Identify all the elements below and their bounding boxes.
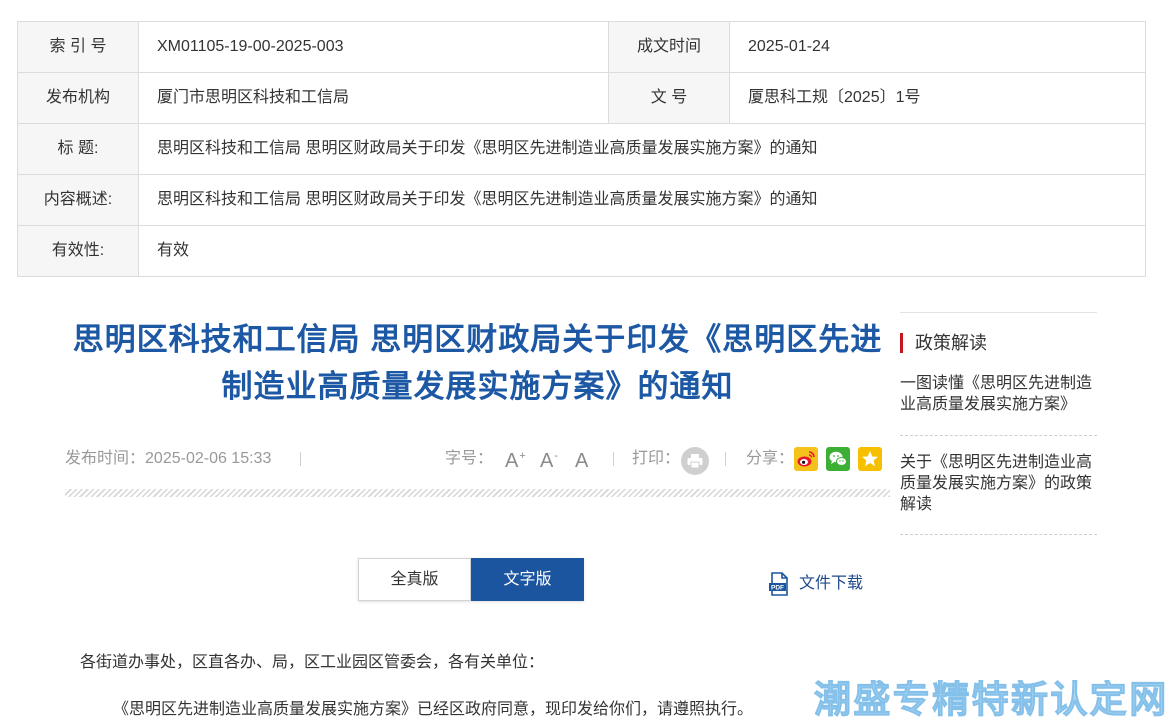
sidebar-link-policy-interpretation[interactable]: 关于《思明区先进制造业高质量发展实施方案》的政策解读 <box>900 452 1097 535</box>
document-number-label: 文 号 <box>608 72 730 124</box>
meta-divider <box>725 452 726 466</box>
font-size-modifier: - <box>554 450 559 462</box>
written-date-value: 2025-01-24 <box>729 21 1146 73</box>
written-date-label: 成文时间 <box>608 21 730 73</box>
policy-interpretation-sidebar: 政策解读 一图读懂《思明区先进制造业高质量发展实施方案》 关于《思明区先进制造业… <box>900 312 1097 536</box>
document-number-value: 厦思科工规〔2025〕1号 <box>729 72 1146 124</box>
summary-label: 内容概述: <box>17 174 139 226</box>
meta-separator-band <box>65 489 890 497</box>
share-label: 分享： <box>746 450 795 467</box>
wechat-icon[interactable] <box>826 447 850 471</box>
title-label: 标 题: <box>17 123 139 175</box>
publish-time-value: 2025-02-06 15:33 <box>145 450 272 467</box>
article-meta-bar: 发布时间：2025-02-06 15:33 字号： A+ A- A 打印： 分享… <box>65 447 890 475</box>
pdf-icon-label: PDF <box>771 584 784 591</box>
sidebar-heading: 政策解读 <box>900 333 987 353</box>
print-label: 打印： <box>632 450 681 467</box>
weibo-icon[interactable] <box>794 447 818 471</box>
sidebar-heading-text: 政策解读 <box>915 333 987 353</box>
info-row-issuer: 发布机构 厦门市思明区科技和工信局 文 号 厦思科工规〔2025〕1号 <box>17 72 1146 124</box>
publish-time: 发布时间：2025-02-06 15:33 <box>65 449 271 469</box>
publish-time-label: 发布时间： <box>65 450 146 467</box>
meta-divider <box>300 452 301 466</box>
issuer-value: 厦门市思明区科技和工信局 <box>138 72 609 124</box>
font-size-modifier: + <box>519 450 526 462</box>
font-size-letter: A <box>505 450 519 472</box>
font-size-letter: A <box>575 450 589 472</box>
file-download-label: 文件下载 <box>799 575 864 592</box>
qzone-star-icon[interactable] <box>858 447 882 471</box>
info-row-validity: 有效性: 有效 <box>17 225 1146 277</box>
index-number-value: XM01105-19-00-2025-003 <box>138 21 609 73</box>
validity-label: 有效性: <box>17 225 139 277</box>
file-download-link[interactable]: PDF 文件下载 <box>768 572 863 596</box>
font-size-increase-button[interactable]: A+ <box>505 449 526 473</box>
document-info-table: 索 引 号 XM01105-19-00-2025-003 成文时间 2025-0… <box>17 21 1146 277</box>
validity-value: 有效 <box>138 225 1146 277</box>
article-title: 思明区科技和工信局 思明区财政局关于印发《思明区先进制造业高质量发展实施方案》的… <box>72 322 883 404</box>
view-mode-tabs: 全真版 文字版 <box>358 558 584 601</box>
tab-text-version[interactable]: 文字版 <box>471 558 584 601</box>
printer-icon[interactable] <box>681 447 709 475</box>
info-row-title: 标 题: 思明区科技和工信局 思明区财政局关于印发《思明区先进制造业高质量发展实… <box>17 123 1146 175</box>
font-size-reset-button[interactable]: A <box>575 449 589 473</box>
body-paragraph: 《思明区先进制造业高质量发展实施方案》已经区政府同意，现印发给你们，请遵照执行。 <box>113 701 754 718</box>
index-number-label: 索 引 号 <box>17 21 139 73</box>
tab-full-facsimile[interactable]: 全真版 <box>358 558 471 601</box>
pdf-icon: PDF <box>768 572 790 596</box>
issuer-label: 发布机构 <box>17 72 139 124</box>
font-size-decrease-button[interactable]: A- <box>540 449 558 473</box>
sidebar-link-infographic[interactable]: 一图读懂《思明区先进制造业高质量发展实施方案》 <box>900 373 1097 436</box>
info-row-index-number: 索 引 号 XM01105-19-00-2025-003 成文时间 2025-0… <box>17 21 1146 73</box>
info-row-summary: 内容概述: 思明区科技和工信局 思明区财政局关于印发《思明区先进制造业高质量发展… <box>17 174 1146 226</box>
summary-value: 思明区科技和工信局 思明区财政局关于印发《思明区先进制造业高质量发展实施方案》的… <box>138 174 1146 226</box>
body-paragraph-salutation: 各街道办事处，区直各办、局，区工业园区管委会，各有关单位： <box>80 654 545 671</box>
meta-divider <box>613 452 614 466</box>
sidebar-heading-accent-bar <box>900 333 903 353</box>
font-size-letter: A <box>540 450 554 472</box>
font-size-label: 字号： <box>445 450 494 467</box>
title-value: 思明区科技和工信局 思明区财政局关于印发《思明区先进制造业高质量发展实施方案》的… <box>138 123 1146 175</box>
article-body: 各街道办事处，区直各办、局，区工业园区管委会，各有关单位： 《思明区先进制造业高… <box>80 653 890 720</box>
